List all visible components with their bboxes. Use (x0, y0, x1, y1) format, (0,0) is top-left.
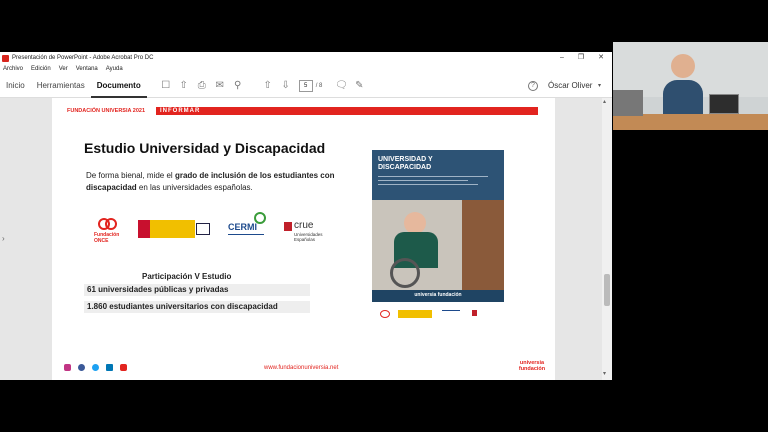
tab-documento[interactable]: Documento (90, 74, 147, 98)
stat-students: 1.860 estudiantes universitarios con dis… (84, 301, 310, 313)
footer-url[interactable]: www.fundacionuniversia.net (264, 365, 338, 371)
cermi-logo-text: CERMI (228, 222, 257, 232)
upload-icon[interactable]: ⇧ (177, 79, 191, 93)
vertical-scrollbar[interactable]: ▴ ▾ (602, 98, 612, 380)
youtube-icon[interactable] (120, 364, 127, 371)
slide-brand: FUNDACIÓN UNIVERSIA 2021 (67, 108, 146, 114)
menu-ayuda[interactable]: Ayuda (106, 66, 123, 72)
student-image (404, 212, 426, 234)
once-logo-text: Fundación ONCE (94, 232, 120, 244)
scroll-down-icon[interactable]: ▾ (603, 370, 606, 377)
page-number-input[interactable]: 5 (298, 79, 313, 92)
pen-icon[interactable]: ✎ (352, 79, 366, 93)
crue-logo-subtext: Universidades Españolas (294, 232, 323, 242)
user-chevron-icon[interactable]: ▾ (598, 82, 601, 89)
slide-section: INFORMAR (160, 108, 201, 114)
participation-heading: Participación V Estudio (142, 272, 232, 281)
page-down-icon[interactable]: ⇩ (279, 79, 293, 93)
facebook-icon[interactable] (78, 364, 85, 371)
maximize-button[interactable]: ❐ (574, 52, 588, 64)
menu-ventana[interactable]: Ventana (76, 66, 98, 72)
once-logo: Fundación ONCE (94, 216, 124, 246)
crue-logo: crue Universidades Españolas (284, 220, 344, 244)
scroll-up-icon[interactable]: ▴ (603, 98, 606, 105)
cover-logo: universia fundación (414, 292, 462, 298)
speaker-body (663, 80, 703, 114)
slide-description: De forma bienal, mide el grado de inclus… (86, 171, 335, 192)
instagram-icon[interactable] (64, 364, 71, 371)
print-icon[interactable]: ⎙ (195, 79, 209, 93)
speaker-video (613, 42, 768, 130)
laptop-image (709, 94, 739, 114)
tab-inicio[interactable]: Inicio (0, 74, 31, 98)
slide-title: Estudio Universidad y Discapacidad (84, 140, 326, 156)
menu-archivo[interactable]: Archivo (3, 66, 23, 72)
menu-bar: Archivo Edición Ver Ventana Ayuda (0, 64, 612, 74)
stat-universities: 61 universidades públicas y privadas (84, 284, 310, 296)
search-icon[interactable]: ⚲ (231, 79, 245, 93)
slide-page: FUNDACIÓN UNIVERSIA 2021 INFORMAR Estudi… (52, 98, 555, 380)
cermi-logo-mark: CERMI (228, 212, 266, 232)
title-bar: Presentación de PowerPoint - Adobe Acrob… (0, 52, 612, 64)
window-title: Presentación de PowerPoint - Adobe Acrob… (12, 55, 154, 61)
minimize-button[interactable]: – (555, 52, 569, 64)
cover-logos-strip (380, 308, 500, 322)
acrobat-window: Presentación de PowerPoint - Adobe Acrob… (0, 52, 612, 380)
footer-logo: universia fundación (518, 360, 546, 372)
left-pane-arrow-icon[interactable]: › (2, 234, 5, 243)
cermi-logo: CERMI (226, 212, 270, 252)
toolbar: Inicio Herramientas Documento ☐ ⇧ ⎙ ✉ ⚲ … (0, 74, 612, 98)
menu-edicion[interactable]: Edición (31, 66, 51, 72)
save-icon[interactable]: ☐ (159, 79, 173, 93)
linkedin-icon[interactable] (106, 364, 113, 371)
social-icons (64, 364, 134, 372)
desk-image (613, 114, 768, 130)
cover-title: UNIVERSIDAD Y DISCAPACIDAD (378, 156, 433, 171)
speaker-face (671, 54, 695, 78)
close-button[interactable]: ✕ (594, 52, 608, 64)
twitter-icon[interactable] (92, 364, 99, 371)
tab-herramientas[interactable]: Herramientas (31, 74, 91, 98)
acrobat-icon (2, 54, 9, 62)
mail-icon[interactable]: ✉ (213, 79, 227, 93)
scroll-thumb[interactable] (604, 274, 610, 306)
wheelchair-image (390, 258, 420, 288)
page-total: / 8 (315, 82, 323, 89)
report-cover: UNIVERSIDAD Y DISCAPACIDAD universia fun… (372, 150, 504, 302)
slide-header-bar: INFORMAR (156, 107, 538, 115)
comment-icon[interactable]: 🗨 (334, 79, 348, 93)
gobierno-logo (138, 220, 210, 238)
bookshelf-image (462, 200, 504, 290)
help-icon[interactable]: ? (528, 80, 538, 91)
user-name[interactable]: Óscar Oliver (548, 81, 592, 90)
page-up-icon[interactable]: ⇧ (261, 79, 275, 93)
document-area: › FUNDACIÓN UNIVERSIA 2021 INFORMAR Estu… (0, 98, 612, 380)
crue-logo-text: crue (294, 220, 314, 231)
menu-ver[interactable]: Ver (59, 66, 68, 72)
